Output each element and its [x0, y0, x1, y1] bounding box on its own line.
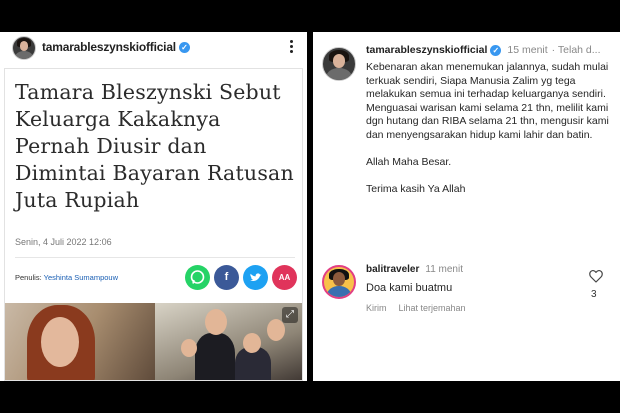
article-author: Penulis: Yeshinta Sumampouw	[15, 273, 118, 282]
heart-icon[interactable]	[588, 268, 604, 284]
commenter-avatar[interactable]	[322, 265, 356, 299]
avatar-body	[327, 285, 351, 297]
photo-child-face	[181, 339, 197, 357]
avatar-face	[332, 53, 346, 68]
whatsapp-icon	[185, 265, 210, 290]
article-headline: Tamara Bleszynski Sebut Keluarga Kakakny…	[15, 80, 294, 212]
article-divider	[15, 257, 295, 258]
more-options-icon[interactable]	[287, 38, 295, 56]
font-size-icon: AA	[272, 265, 297, 290]
comments-panel: tamarableszynskiofficial ✓ 15 menit · Telah…	[313, 32, 620, 381]
comment-header: balitraveler 11 menit	[366, 264, 463, 275]
caption-paragraph: Kebenaran akan menemukan jalannya, sudah…	[366, 61, 609, 141]
post-username-text[interactable]: tamarableszynskiofficial	[42, 40, 176, 54]
caption-username[interactable]: tamarableszynskiofficial	[366, 44, 487, 56]
instagram-post: tamarableszynskiofficial ✓ Tamara Bleszyn…	[0, 32, 307, 381]
caption-paragraph: Terima kasih Ya Allah	[366, 183, 466, 196]
author-name: Yeshinta Sumampouw	[43, 273, 118, 282]
photo-figure-face-2	[243, 333, 261, 353]
caption-paragraph: Allah Maha Besar.	[366, 156, 452, 169]
post-header: tamarableszynskiofficial ✓	[0, 32, 307, 66]
facebook-icon: f	[214, 265, 239, 290]
photo-figure-face	[205, 309, 227, 335]
twitter-icon	[243, 265, 268, 290]
reply-button[interactable]: Kirim	[366, 303, 387, 313]
avatar-body	[15, 50, 33, 59]
avatar-body	[326, 67, 352, 80]
comment-text: Doa kami buatmu	[366, 282, 453, 294]
screenshot-frame: tamarableszynskiofficial ✓ Tamara Bleszyn…	[0, 32, 620, 381]
caption-edited[interactable]: · Telah d...	[552, 44, 601, 56]
caption-header: tamarableszynskiofficial ✓ 15 menit · Telah…	[366, 44, 601, 56]
verified-badge-icon: ✓	[178, 42, 190, 54]
expand-icon: ⤢	[282, 307, 298, 323]
author-label: Penulis:	[15, 273, 42, 282]
comment-time: 11 menit	[425, 264, 463, 275]
caption-time: 15 menit	[507, 44, 548, 56]
article-photo: ⤢	[5, 303, 302, 380]
photo-figure-body	[195, 333, 235, 380]
see-translation-button[interactable]: Lihat terjemahan	[399, 303, 466, 313]
avatar-face	[19, 40, 29, 51]
avatar-face	[333, 272, 345, 286]
verified-badge-icon: ✓	[490, 44, 502, 56]
caption-author-avatar[interactable]	[322, 47, 356, 81]
news-article-image: Tamara Bleszynski Sebut Keluarga Kakakny…	[4, 68, 303, 381]
comment-like-count: 3	[591, 289, 597, 300]
article-date: Senin, 4 Juli 2022 12:06	[15, 237, 112, 247]
caption-text: Kebenaran akan menemukan jalannya, sudah…	[366, 61, 614, 197]
photo-woman-face	[41, 317, 79, 367]
commenter-username[interactable]: balitraveler	[366, 264, 419, 275]
post-username[interactable]: tamarableszynskiofficial ✓	[42, 40, 190, 54]
post-author-avatar[interactable]	[12, 36, 36, 60]
comment-actions: Kirim Lihat terjemahan	[366, 303, 478, 313]
